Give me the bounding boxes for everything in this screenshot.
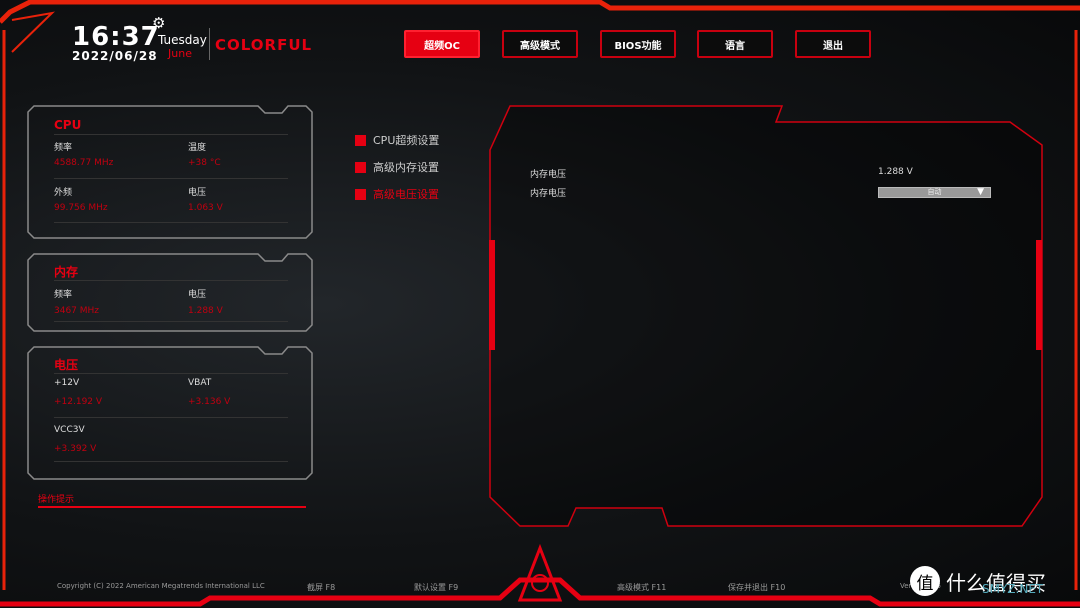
setting-label: 内存电压 [530,170,567,180]
tab-exit[interactable]: 退出 [795,30,871,58]
mem-freq-value: 3467 MHz [54,306,100,316]
watermark-sub: SMYZ.NET [982,582,1044,596]
cpu-bclk-label: 外频 [54,188,73,198]
mem-freq-label: 频率 [54,290,73,300]
cpu-title: CPU [54,118,82,132]
hint-title: 操作提示 [38,495,75,505]
tab-language[interactable]: 语言 [697,30,773,58]
divider [54,222,288,223]
menu-memory[interactable]: 高级内存设置 [355,159,439,175]
date: 2022/06/28 [72,49,158,63]
voltage-panel: 电压 +12V +12.192 V VBAT +3.136 V VCC3V +3… [28,347,312,479]
key-advanced[interactable]: 高级模式 F11 [617,582,666,593]
cpu-voltage-value: 1.063 V [188,203,223,213]
bullet-icon [355,161,366,173]
menu-cpu-oc[interactable]: CPU超频设置 [355,132,439,148]
divider [54,373,288,374]
memory-panel: 内存 频率 3467 MHz 电压 1.288 V [28,254,312,331]
key-screenshot[interactable]: 截屏 F8 [307,582,335,593]
memory-title: 内存 [54,265,79,279]
memory-voltage-dropdown[interactable]: 自动 ▼ [878,187,991,198]
vbat-value: +3.136 V [188,397,231,407]
mem-voltage-value: 1.288 V [188,306,223,316]
cpu-bclk-value: 99.756 MHz [54,203,108,213]
watermark: 值 什么值得买 SMYZ.NET [910,566,1046,596]
cpu-temp-label: 温度 [188,143,207,153]
clock: 16:37 2022/06/28 [72,24,160,63]
vcc3v-value: +3.392 V [54,444,97,454]
tab-oc[interactable]: 超频OC [404,30,480,58]
menu-label: 高级电压设置 [373,188,439,201]
v12-label: +12V [54,378,80,388]
month: June [168,47,192,60]
mem-voltage-label: 电压 [188,290,207,300]
time: 16:37 [72,22,160,52]
cpu-panel: CPU 频率 4588.77 MHz 温度 +38 °C 外频 99.756 M… [28,106,312,238]
watermark-badge: 值 [910,566,940,596]
v12-value: +12.192 V [54,397,103,407]
key-save-exit[interactable]: 保存并退出 F10 [728,582,785,593]
menu-voltage[interactable]: 高级电压设置 [355,186,439,202]
cpu-temp-value: +38 °C [188,158,221,168]
divider [54,461,288,462]
hint-underline [38,506,306,508]
vcc3v-label: VCC3V [54,425,85,435]
divider [209,28,210,60]
triangle-down-icon: ▼ [977,187,984,197]
tab-bios[interactable]: BIOS功能 [600,30,676,58]
brand-logo: COLORFUL [215,36,313,54]
voltage-title: 电压 [54,358,79,372]
gear-icon[interactable]: ⚙ [152,14,165,32]
tab-advanced[interactable]: 高级模式 [502,30,578,58]
dropdown-value: 自动 [927,188,942,196]
divider [54,417,288,418]
cpu-freq-value: 4588.77 MHz [54,158,114,168]
divider [54,178,288,179]
cpu-voltage-label: 电压 [188,188,207,198]
copyright: Copyright (C) 2022 American Megatrends I… [57,582,265,590]
divider [54,280,288,281]
divider [54,134,288,135]
setting-label: 内存电压 [530,189,567,199]
vbat-label: VBAT [188,378,212,388]
bullet-icon [355,134,366,146]
weekday: Tuesday [158,33,207,47]
divider [54,321,288,322]
menu-label: 高级内存设置 [373,161,439,174]
menu-label: CPU超频设置 [373,134,440,147]
cpu-freq-label: 频率 [54,143,73,153]
bullet-icon [355,188,366,200]
key-defaults[interactable]: 默认设置 F9 [414,582,458,593]
setting-value: 1.288 V [878,167,913,177]
